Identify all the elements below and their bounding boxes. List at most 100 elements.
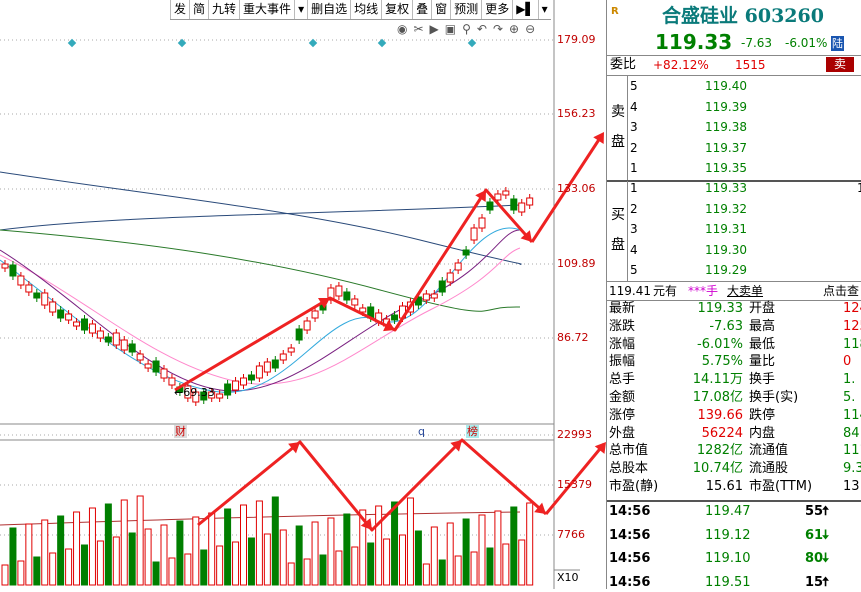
arrow-down-icon: 🠇 [822, 527, 830, 543]
volume-bar [200, 549, 208, 586]
toolbar-item[interactable]: 预测 [450, 0, 481, 19]
sell-level-row[interactable]: 2 119.37 [607, 139, 861, 157]
arrow-down-icon: 🠇 [822, 551, 830, 566]
toolbar-item[interactable]: ▶▌ [512, 0, 537, 19]
volume-bar [375, 505, 383, 586]
toolbar-item[interactable]: 简 [189, 0, 208, 19]
q-badge[interactable]: q [418, 425, 425, 438]
toolbar-item[interactable]: 九转 [208, 0, 239, 19]
candle [526, 197, 534, 206]
ma-line-green [0, 229, 521, 312]
candle [88, 323, 96, 334]
rank-badge[interactable]: 榜 [466, 425, 479, 438]
candle [422, 293, 430, 301]
toolbar-item[interactable]: 更多 [481, 0, 512, 19]
volume-bar [319, 554, 327, 586]
toolbar-item[interactable]: 发 [170, 0, 189, 19]
toolbar-item[interactable]: 重大事件 [239, 0, 294, 19]
candle [446, 272, 454, 283]
candle [502, 190, 510, 196]
volume-bar [271, 496, 279, 586]
event-diamond-icon [308, 38, 318, 48]
lock-icon[interactable]: ▣ [445, 22, 462, 36]
candle [9, 264, 17, 277]
buy-level-row[interactable]: 1 119.33 1 [607, 179, 861, 197]
volume-bar [88, 507, 96, 586]
volume-bar [335, 550, 343, 586]
tick-volume: 80 [805, 551, 824, 566]
candle [120, 339, 128, 351]
candle [343, 291, 351, 301]
zoom-out-icon[interactable]: ⊖ [525, 22, 541, 36]
tick-row: 14:56 119.47 55 🠅 [607, 503, 861, 521]
candle [430, 293, 438, 299]
chart-tools-row: ◉✂▶▣⚲↶↷⊕⊖ [397, 22, 541, 36]
play-icon[interactable]: ▶ [430, 22, 445, 36]
kline-chart-area[interactable]: 发简九转 重大事件 ▾ 删自选 均线 复权叠窗预测 更多 ▶▌ ▾ ◉✂▶▣⚲↶↷⊕⊖ 179.… [0, 0, 606, 589]
stat-label: 最高 [749, 318, 776, 334]
buy-level-row[interactable]: 3 119.31 [607, 220, 861, 238]
level-number: 1 [630, 161, 638, 175]
volume-bar [383, 538, 391, 586]
toolbar-item[interactable]: 叠 [412, 0, 431, 19]
level-price: 119.39 [705, 99, 747, 114]
candle [510, 198, 518, 211]
candle [240, 377, 247, 386]
stat-value: 84 [843, 425, 860, 441]
buy-level-row[interactable]: 5 119.29 [607, 261, 861, 279]
toolbar-item[interactable]: ▾ [294, 0, 307, 19]
eye-icon[interactable]: ◉ [397, 22, 413, 36]
volume-bar [224, 508, 232, 586]
level-number: 2 [630, 140, 638, 155]
sell-level-row[interactable]: 5 119.40 [607, 77, 861, 95]
candle [168, 377, 176, 386]
pin-icon[interactable]: ⚲ [462, 22, 477, 36]
big-order-link[interactable]: 点击查 [823, 282, 859, 300]
toolbar-item[interactable]: 删自选 [307, 0, 350, 19]
level-price: 119.38 [705, 120, 747, 134]
kline-chart[interactable] [0, 0, 606, 589]
scissors-icon[interactable]: ✂ [413, 22, 429, 36]
volume-bar [216, 545, 224, 586]
tick-price: 119.47 [705, 504, 751, 519]
zoom-in-icon[interactable]: ⊕ [509, 22, 525, 36]
toolbar-item[interactable]: 窗 [431, 0, 450, 19]
price-tick: 86.72 [557, 331, 589, 344]
volume-bar [327, 517, 335, 586]
volume-tick: 7766 [557, 528, 585, 541]
toolbar-item[interactable]: ▾ [537, 0, 551, 19]
sell-level-row[interactable]: 4 119.39 [607, 98, 861, 116]
weibi-diff: 1515 [735, 58, 766, 72]
stat-label: 总股本 [609, 461, 649, 477]
sell-level-row[interactable]: 3 119.38 [607, 118, 861, 136]
stat-row: 涨停 139.66 跌停 114 [607, 407, 861, 425]
tick-price: 119.12 [705, 527, 751, 543]
toolbar-item[interactable]: 均线 [350, 0, 381, 19]
volume-bar [494, 510, 502, 586]
level-number: 3 [630, 120, 638, 134]
volume-bar [438, 559, 446, 586]
buy-level-row[interactable]: 2 119.32 [607, 200, 861, 218]
volume-bar [17, 560, 25, 586]
candle [263, 361, 271, 373]
sell-button[interactable]: 卖 [826, 57, 855, 72]
connect-badge[interactable]: 陆 [831, 36, 844, 51]
ma-line-navy [0, 171, 522, 266]
volume-unit: X10 [557, 571, 579, 584]
undo-icon[interactable]: ↶ [477, 22, 493, 36]
volume-bar [160, 524, 168, 586]
stat-row: 金额 17.08亿 换手(实) 5. [607, 389, 861, 407]
redo-icon[interactable]: ↷ [493, 22, 509, 36]
candle [17, 275, 25, 286]
big-order-text: 元有 [653, 284, 678, 298]
sell-level-row[interactable]: 1 119.35 [607, 159, 861, 177]
candle [160, 368, 168, 379]
stat-label: 换手 [749, 372, 776, 388]
volume-bar [295, 525, 303, 586]
toolbar-item[interactable]: 复权 [381, 0, 412, 19]
buy-level-row[interactable]: 4 119.30 [607, 241, 861, 259]
big-order-row[interactable]: 119.41 元有 ***手 大卖单 点击查 [607, 282, 861, 300]
candle [65, 313, 73, 321]
tick-volume: 55 [805, 504, 824, 519]
finance-badge[interactable]: 财 [174, 425, 187, 438]
